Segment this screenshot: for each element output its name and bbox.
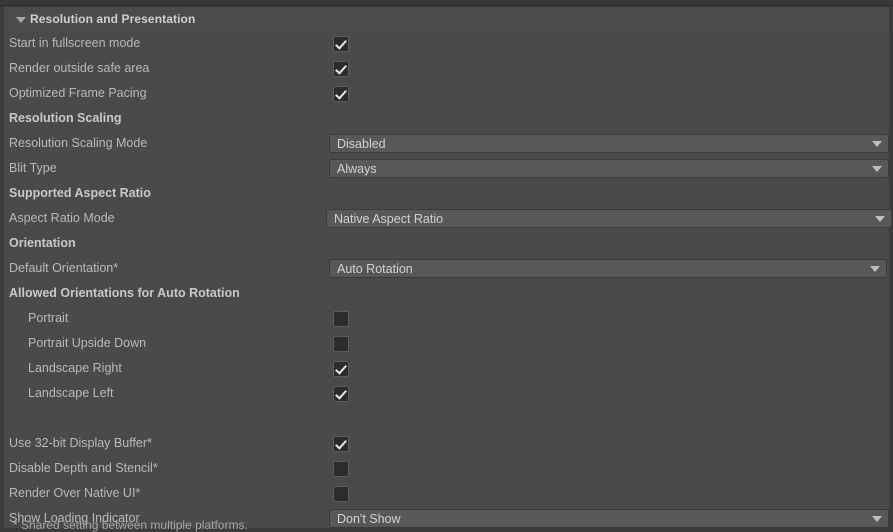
settings-rows: Start in fullscreen mode Render outside s…	[4, 31, 892, 531]
dropdown-value: Auto Rotation	[337, 261, 413, 276]
settings-row: Render Over Native UI*	[4, 481, 889, 506]
checkbox-control[interactable]	[333, 481, 349, 506]
setting-label: Landscape Left	[28, 386, 114, 400]
checkbox-control[interactable]	[333, 81, 349, 106]
settings-row: Allowed Orientations for Auto Rotation	[4, 281, 889, 306]
checkbox-checked-icon[interactable]	[333, 435, 349, 452]
dropdown-control[interactable]: Disabled	[329, 134, 889, 153]
chevron-down-icon[interactable]	[872, 163, 883, 174]
chevron-down-icon[interactable]	[872, 513, 883, 524]
checkbox-unchecked-icon[interactable]	[333, 485, 349, 502]
setting-label: Optimized Frame Pacing	[9, 86, 147, 100]
setting-label: Resolution Scaling Mode	[9, 136, 148, 150]
dropdown-control[interactable]: Don't Show	[329, 509, 889, 528]
settings-row: Portrait Upside Down	[4, 331, 889, 356]
settings-row: Supported Aspect Ratio	[4, 181, 889, 206]
checkbox-control[interactable]	[333, 356, 349, 381]
section-header-label: Orientation	[9, 236, 76, 250]
checkbox-control[interactable]	[333, 456, 349, 481]
setting-label: Blit Type	[9, 161, 57, 175]
checkbox-unchecked-icon[interactable]	[333, 460, 349, 477]
checkbox-checked-icon[interactable]	[333, 85, 349, 102]
player-settings-panel: Resolution and Presentation Start in ful…	[0, 0, 893, 532]
setting-label: Aspect Ratio Mode	[9, 211, 115, 225]
setting-label: Disable Depth and Stencil*	[9, 461, 158, 475]
setting-label: Default Orientation*	[9, 261, 119, 275]
setting-label: Render Over Native UI*	[9, 486, 141, 500]
section-header-label: Resolution Scaling	[9, 111, 122, 125]
chevron-down-icon[interactable]	[870, 263, 881, 274]
dropdown-value: Native Aspect Ratio	[334, 211, 444, 226]
chevron-down-icon[interactable]	[875, 213, 886, 224]
settings-row: Resolution Scaling	[4, 106, 889, 131]
settings-row: Landscape Left	[4, 381, 889, 406]
settings-row: Render outside safe area	[4, 56, 889, 81]
dropdown-value: Always	[337, 161, 377, 176]
checkbox-checked-icon[interactable]	[333, 35, 349, 52]
setting-label: Landscape Right	[28, 361, 122, 375]
checkbox-control[interactable]	[333, 431, 349, 456]
checkbox-unchecked-icon[interactable]	[333, 310, 349, 327]
settings-row: Orientation	[4, 231, 889, 256]
settings-row: Resolution Scaling Mode Disabled	[4, 131, 889, 156]
checkbox-control[interactable]	[333, 56, 349, 81]
section-header-label: Allowed Orientations for Auto Rotation	[9, 286, 240, 300]
checkbox-control[interactable]	[333, 306, 349, 331]
checkbox-control[interactable]	[333, 31, 349, 56]
dropdown-control[interactable]: Auto Rotation	[329, 259, 887, 278]
checkbox-checked-icon[interactable]	[333, 60, 349, 77]
settings-row: Start in fullscreen mode	[4, 31, 889, 56]
foldout-header-resolution-and-presentation[interactable]: Resolution and Presentation	[4, 7, 889, 31]
section-header-label: Supported Aspect Ratio	[9, 186, 151, 200]
row-spacer	[4, 406, 889, 431]
checkbox-control[interactable]	[333, 331, 349, 356]
setting-label: Portrait Upside Down	[28, 336, 147, 350]
dropdown-control[interactable]: Native Aspect Ratio	[326, 209, 892, 228]
settings-row: Default Orientation* Auto Rotation	[4, 256, 889, 281]
dropdown-value: Disabled	[337, 136, 386, 151]
triangle-down-icon[interactable]	[15, 13, 27, 25]
dropdown-value: Don't Show	[337, 511, 401, 526]
settings-row: Portrait	[4, 306, 889, 331]
checkbox-checked-icon[interactable]	[333, 385, 349, 402]
settings-row: Use 32-bit Display Buffer*	[4, 431, 889, 456]
checkbox-control[interactable]	[333, 381, 349, 406]
setting-label: Start in fullscreen mode	[9, 36, 141, 50]
checkbox-unchecked-icon[interactable]	[333, 335, 349, 352]
chevron-down-icon[interactable]	[872, 138, 883, 149]
checkbox-checked-icon[interactable]	[333, 360, 349, 377]
settings-row: Landscape Right	[4, 356, 889, 381]
setting-label: Use 32-bit Display Buffer*	[9, 436, 152, 450]
setting-label: Portrait	[28, 311, 69, 325]
settings-row: Disable Depth and Stencil*	[4, 456, 889, 481]
dropdown-control[interactable]: Always	[329, 159, 889, 178]
panel-title: Resolution and Presentation	[30, 12, 196, 26]
settings-row: Aspect Ratio Mode Native Aspect Ratio	[4, 206, 892, 231]
settings-row: Blit Type Always	[4, 156, 889, 181]
window-top-strip	[0, 0, 893, 6]
settings-row: Optimized Frame Pacing	[4, 81, 889, 106]
footnote-shared-setting: * Shared setting between multiple platfo…	[13, 518, 248, 532]
setting-label: Render outside safe area	[9, 61, 150, 75]
resolution-and-presentation-panel: Resolution and Presentation Start in ful…	[4, 7, 892, 532]
